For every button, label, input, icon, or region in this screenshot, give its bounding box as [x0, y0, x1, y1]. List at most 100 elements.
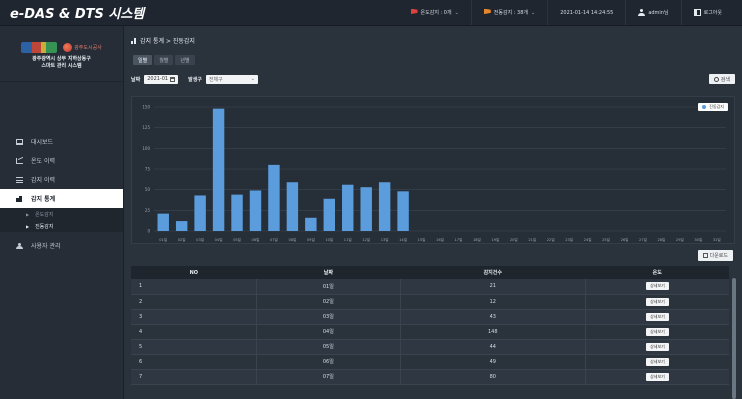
chart-bar[interactable] [378, 182, 391, 231]
sidebar-nav: 대시보드 온도 이력 감지 이력 감지 통계 ▶ 온도감지 ▶ 진동감지 사용자… [0, 132, 123, 255]
cell-date: 05일 [256, 339, 401, 355]
chart-bar[interactable] [249, 190, 262, 231]
x-tick-label: 26일 [621, 237, 629, 242]
red-flag-icon [410, 8, 418, 15]
search-button[interactable]: 검색 [708, 74, 735, 84]
chart-bar[interactable] [194, 195, 206, 231]
logout-button[interactable]: 로그아웃 [680, 0, 734, 25]
table-row: 5 05일 44 상세보기 [131, 339, 729, 355]
sidebar-item-label: 감지 통계 [31, 196, 56, 203]
sidebar-item-detection-stats[interactable]: 감지 통계 [0, 189, 123, 208]
logout-icon [693, 9, 701, 16]
sidebar-item-label: 온도 이력 [31, 158, 55, 165]
section-select[interactable]: 전체구 ⌄ [205, 74, 258, 84]
download-button[interactable]: 다운로드 [697, 250, 733, 261]
date-picker[interactable]: 2021-01 [144, 74, 179, 84]
datetime-label: 2021-01-14 14:24:55 [560, 9, 614, 16]
logout-label: 로그아웃 [703, 10, 722, 16]
corporation-logo: 광주도시공사 [63, 42, 102, 52]
sidebar-subitem-vibration[interactable]: ▶ 진동감지 [0, 220, 123, 232]
sidebar-item-temperature-history[interactable]: 온도 이력 [0, 151, 123, 170]
chart-bar[interactable] [157, 213, 169, 231]
chart-bar[interactable] [268, 164, 280, 231]
cell-count: 44 [400, 339, 586, 355]
brand[interactable]: 광주도시공사 광주광역시 상무 지하상동구 스마트 관리 시스템 [0, 26, 123, 82]
chart-bar[interactable] [305, 217, 317, 231]
header-no[interactable]: NO [131, 266, 257, 279]
y-tick-label: 150 [142, 105, 150, 110]
chart-bar[interactable] [175, 221, 188, 231]
chart-legend[interactable]: 진동감지 [698, 103, 728, 111]
chart-bar[interactable] [286, 182, 299, 231]
scrollbar-thumb[interactable] [732, 278, 736, 399]
tab-daily[interactable]: 일별 [133, 55, 153, 65]
app-title[interactable]: e-DAS & DTS 시스템 [0, 3, 200, 22]
chart-bar[interactable] [212, 108, 225, 231]
section-label: 발생구 [188, 76, 202, 83]
user-menu[interactable]: admin님 [625, 0, 680, 25]
top-status-bar: 온도감지 : 0개 ⌄ 전동감지 : 38개 ⌄ 2021-01-14 14:2… [399, 0, 734, 25]
detail-button[interactable]: 상세보기 [646, 297, 669, 306]
cell-date: 02일 [256, 294, 401, 310]
vibration-stats-chart: 0 25 50 75 100 125 150 01일 02일 03일 04일 05일 06일 07일 08일… [131, 96, 735, 244]
legend-label: 진동감지 [709, 104, 724, 109]
detail-button[interactable]: 상세보기 [646, 357, 669, 366]
x-tick-label: 07일 [270, 237, 278, 242]
calendar-icon[interactable] [170, 76, 176, 82]
legend-swatch [702, 105, 707, 109]
sidebar-item-detection-history[interactable]: 감지 이력 [0, 170, 123, 189]
bullet-icon: ▶ [26, 223, 30, 229]
sidebar-subitem-label: 온도감지 [35, 211, 54, 218]
vibration-alert-dropdown[interactable]: 전동감지 : 38개 ⌄ [470, 0, 547, 25]
y-tick-label: 25 [145, 208, 151, 213]
temperature-alert-dropdown[interactable]: 온도감지 : 0개 ⌄ [399, 0, 471, 25]
main-content: 감지 통계 > 진동감지 일별 월별 년별 날짜 2021-01 발생구 전체구… [125, 26, 742, 399]
table-row: 7 07일 80 상세보기 [131, 369, 729, 385]
stats-icon [16, 195, 23, 202]
detail-button[interactable]: 상세보기 [646, 282, 669, 291]
sidebar-subitem-temperature[interactable]: ▶ 온도감지 [0, 208, 123, 220]
cell-action: 상세보기 [585, 309, 729, 325]
detail-button[interactable]: 상세보기 [646, 312, 669, 321]
sidebar-item-user-management[interactable]: 사용자 관리 [0, 236, 123, 255]
chart-bar[interactable] [360, 187, 372, 231]
chart-bar[interactable] [397, 191, 409, 231]
chart-bar[interactable] [323, 198, 336, 231]
header-temperature[interactable]: 온도 [585, 266, 729, 279]
cell-date: 07일 [256, 369, 401, 385]
sidebar-item-label: 대시보드 [31, 139, 54, 146]
detail-button[interactable]: 상세보기 [646, 342, 669, 351]
tab-monthly[interactable]: 월별 [154, 55, 174, 65]
chart-bar[interactable] [231, 194, 243, 231]
table-scrollbar[interactable] [732, 278, 736, 399]
cell-action: 상세보기 [585, 324, 729, 340]
corporation-logo-mark [63, 42, 73, 52]
sidebar-subitem-label: 진동감지 [35, 223, 54, 230]
x-tick-label: 18일 [473, 237, 481, 242]
breadcrumb-text: 감지 통계 > 진동감지 [140, 38, 195, 45]
x-tick-label: 11일 [344, 237, 352, 242]
chart-bar[interactable] [342, 184, 354, 231]
detail-button[interactable]: 상세보기 [646, 327, 669, 336]
detail-button[interactable]: 상세보기 [646, 372, 669, 381]
corporation-logo-text: 광주도시공사 [74, 44, 102, 51]
cell-count: 80 [400, 369, 586, 385]
cell-action: 상세보기 [585, 369, 729, 385]
cell-count: 12 [400, 294, 586, 310]
x-tick-label: 01일 [159, 237, 167, 242]
header-date[interactable]: 날짜 [256, 266, 401, 279]
x-tick-label: 19일 [491, 237, 499, 242]
monitor-icon [16, 138, 23, 145]
x-tick-label: 05일 [233, 237, 241, 242]
x-tick-label: 14일 [399, 237, 407, 242]
tab-yearly[interactable]: 년별 [175, 55, 195, 65]
vibration-alert-label: 전동감지 : 38개 [493, 10, 528, 16]
header-count[interactable]: 감지건수 [400, 266, 586, 279]
cell-action: 상세보기 [585, 339, 729, 355]
top-bar: e-DAS & DTS 시스템 온도감지 : 0개 ⌄ 전동감지 : 38개 ⌄… [0, 0, 742, 26]
sidebar-item-dashboard[interactable]: 대시보드 [0, 132, 123, 151]
x-tick-label: 22일 [547, 237, 555, 242]
date-value: 2021-01 [147, 76, 169, 82]
chevron-down-icon: ⌄ [250, 76, 255, 82]
x-tick-label: 02일 [178, 237, 186, 242]
